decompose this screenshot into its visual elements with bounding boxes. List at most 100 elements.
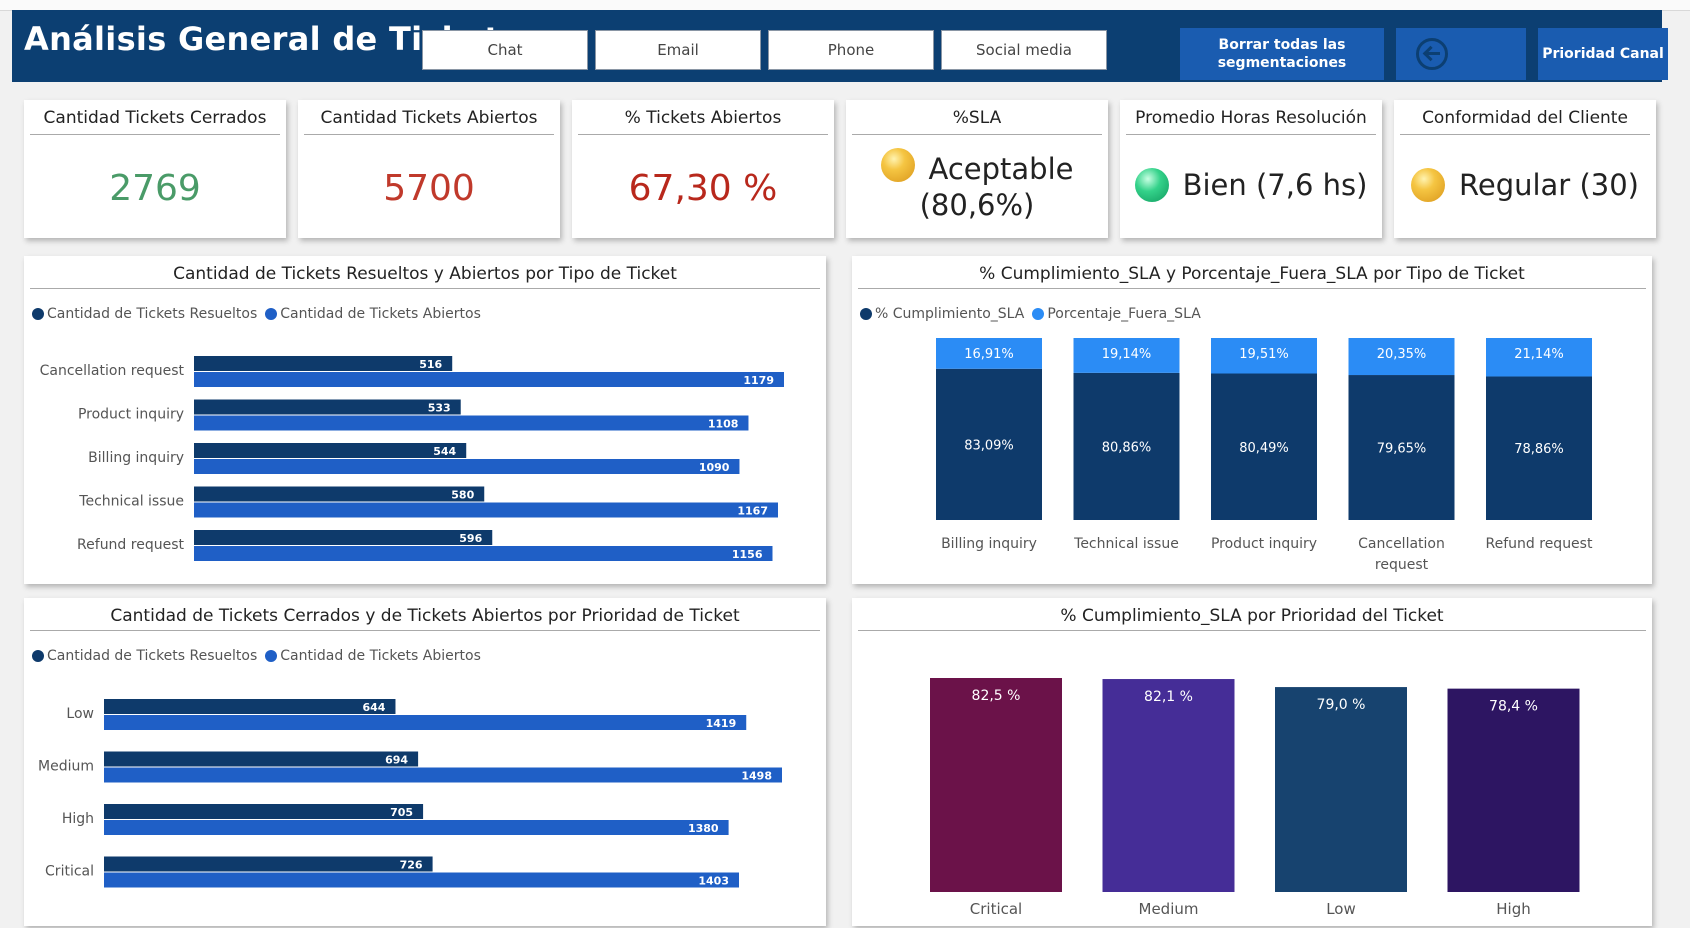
kpi-title: % Tickets Abiertos bbox=[624, 108, 782, 128]
data-label: 79,65% bbox=[1377, 442, 1427, 457]
dashboard: Análisis General de Tickets Chat Email P… bbox=[0, 0, 1690, 928]
data-label: 19,51% bbox=[1239, 347, 1289, 362]
bar-open bbox=[194, 459, 740, 474]
status-indicator-icon bbox=[880, 148, 915, 182]
category-label: Product inquiry bbox=[78, 407, 184, 423]
arrow-left-circle-icon bbox=[1416, 38, 1448, 70]
category-label: Billing inquiry bbox=[88, 450, 184, 466]
data-label: 533 bbox=[428, 402, 451, 415]
data-label: 21,14% bbox=[1514, 347, 1564, 362]
bar-open bbox=[104, 820, 729, 835]
bar-resolved bbox=[194, 443, 467, 458]
kpi-title: Promedio Horas Resolución bbox=[1135, 108, 1367, 128]
priority-channel-button[interactable]: Prioridad Canal bbox=[1538, 28, 1668, 80]
kpi-open-tickets: Cantidad Tickets Abiertos 5700 bbox=[298, 100, 560, 238]
category-label: request bbox=[1375, 557, 1429, 573]
sla-status: Aceptable bbox=[928, 152, 1074, 186]
chart-sla-by-type: % Cumplimiento_SLA y Porcentaje_Fuera_SL… bbox=[852, 256, 1652, 584]
category-label: Low bbox=[1326, 900, 1356, 918]
category-label: Technical issue bbox=[1073, 536, 1179, 552]
kpi-title: Cantidad Tickets Abiertos bbox=[320, 108, 538, 128]
bar-resolved bbox=[104, 856, 433, 872]
sla-percentage: (80,6%) bbox=[919, 188, 1035, 222]
bar-resolved bbox=[194, 399, 461, 415]
bar-resolved bbox=[194, 486, 485, 502]
category-label: Low bbox=[66, 706, 94, 722]
kpi-customer-satisfaction: Conformidad del Cliente Regular (30) bbox=[1394, 100, 1656, 238]
bar-chart-svg: Low 644 1419 Medium 694 1498 High 705 1380 Critic… bbox=[38, 699, 782, 888]
data-label: 82,5 % bbox=[972, 688, 1021, 704]
category-label: Technical issue bbox=[78, 494, 184, 510]
kpi-closed-tickets: Cantidad Tickets Cerrados 2769 bbox=[24, 100, 286, 238]
data-label: 1090 bbox=[699, 461, 730, 474]
slicer-phone[interactable]: Phone bbox=[768, 30, 934, 70]
data-label: 596 bbox=[459, 532, 482, 545]
back-button[interactable] bbox=[1396, 28, 1526, 80]
satisfaction-status: Regular (30) bbox=[1459, 168, 1639, 202]
chart-tickets-by-priority: Cantidad de Tickets Cerrados y de Ticket… bbox=[24, 598, 826, 926]
data-label: 1403 bbox=[698, 875, 729, 888]
bar-sla-priority bbox=[1447, 688, 1580, 892]
chart-tickets-by-type: Cantidad de Tickets Resueltos y Abiertos… bbox=[24, 256, 826, 584]
header-bar: Análisis General de Tickets Chat Email P… bbox=[12, 10, 1668, 82]
bar-resolved bbox=[104, 699, 396, 714]
data-label: 78,86% bbox=[1514, 442, 1564, 457]
column-chart-svg: 82,5 % Critical 82,1 % Medium 79,0 % Low 78,4 … bbox=[930, 678, 1580, 918]
kpi-value: 5700 bbox=[383, 168, 475, 209]
resolution-status: Bien (7,6 hs) bbox=[1182, 168, 1368, 202]
kpi-title: %SLA bbox=[952, 108, 1002, 128]
category-label: Refund request bbox=[1486, 536, 1593, 552]
kpi-value: 67,30 % bbox=[628, 168, 778, 209]
bar-resolved bbox=[104, 804, 424, 819]
data-label: 80,49% bbox=[1239, 441, 1289, 456]
category-label: High bbox=[62, 811, 94, 827]
bar-resolved bbox=[194, 530, 493, 545]
data-label: 580 bbox=[451, 489, 474, 502]
category-label: Medium bbox=[1139, 900, 1199, 918]
data-label: 19,14% bbox=[1102, 347, 1152, 362]
data-label: 82,1 % bbox=[1144, 689, 1193, 705]
bar-chart-svg: Cancellation request 516 1179 Product inqui… bbox=[40, 356, 784, 561]
data-label: 1179 bbox=[743, 374, 774, 387]
data-label: 516 bbox=[419, 358, 442, 371]
kpi-avg-resolution-hours: Promedio Horas Resolución Bien (7,6 hs) bbox=[1120, 100, 1382, 238]
data-label: 1498 bbox=[741, 770, 772, 783]
bar-resolved bbox=[104, 751, 419, 767]
bar-open bbox=[104, 715, 747, 730]
data-label: 644 bbox=[363, 701, 386, 714]
category-label: Refund request bbox=[77, 537, 184, 553]
category-label: Billing inquiry bbox=[941, 536, 1037, 552]
data-label: 1419 bbox=[706, 717, 737, 730]
clear-slicers-button[interactable]: Borrar todas las segmentaciones bbox=[1180, 28, 1384, 80]
data-label: 80,86% bbox=[1102, 440, 1152, 455]
data-label: 1108 bbox=[708, 418, 739, 431]
kpi-value: 2769 bbox=[109, 168, 201, 209]
kpi-title: Conformidad del Cliente bbox=[1422, 108, 1628, 128]
bar-resolved bbox=[194, 356, 453, 371]
data-label: 79,0 % bbox=[1317, 697, 1366, 713]
bar-open bbox=[104, 872, 740, 888]
bar-open bbox=[194, 372, 784, 387]
data-label: 78,4 % bbox=[1489, 699, 1538, 715]
stacked-bar-chart-svg: 83,09% 16,91% Billing inquiry 80,86% 19,14% T… bbox=[936, 338, 1593, 573]
slicer-social-media[interactable]: Social media bbox=[941, 30, 1107, 70]
category-label: Cancellation bbox=[1358, 536, 1445, 552]
kpi-title: Cantidad Tickets Cerrados bbox=[43, 108, 267, 128]
kpi-open-percentage: % Tickets Abiertos 67,30 % bbox=[572, 100, 834, 238]
data-label: 1156 bbox=[732, 548, 763, 561]
bar-open bbox=[104, 767, 782, 783]
slicer-email[interactable]: Email bbox=[595, 30, 761, 70]
category-label: Medium bbox=[38, 759, 94, 775]
category-label: Critical bbox=[970, 900, 1022, 918]
slicer-chat[interactable]: Chat bbox=[422, 30, 588, 70]
bar-open bbox=[194, 546, 773, 561]
status-indicator-icon bbox=[1134, 168, 1169, 202]
kpi-sla: %SLA Aceptable (80,6%) bbox=[846, 100, 1108, 238]
data-label: 16,91% bbox=[964, 347, 1014, 362]
bar-open bbox=[194, 415, 749, 431]
data-label: 1380 bbox=[688, 822, 719, 835]
bar-open bbox=[194, 502, 778, 518]
data-label: 544 bbox=[433, 445, 456, 458]
data-label: 726 bbox=[400, 859, 423, 872]
data-label: 705 bbox=[390, 806, 413, 819]
